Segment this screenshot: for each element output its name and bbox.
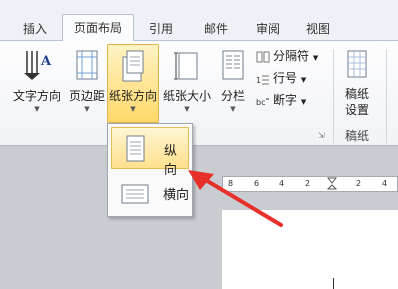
svg-text:A: A <box>40 54 52 69</box>
menu-item-portrait[interactable]: 纵向 <box>111 127 189 178</box>
paper-size-icon <box>174 52 198 80</box>
draft-group-label: 稿纸 <box>345 129 370 143</box>
tab-references[interactable]: 引用 <box>140 18 182 40</box>
svg-text:bc: bc <box>256 98 265 107</box>
indent-marker-icon[interactable] <box>327 177 337 192</box>
margins-icon <box>76 50 98 80</box>
hyphenation-icon: bc <box>256 98 269 107</box>
orientation-label: 纸张方向 <box>108 89 157 103</box>
landscape-page-icon <box>121 184 149 204</box>
svg-text:1: 1 <box>256 76 261 85</box>
ribbon-panel: A 文字方向 ▼ 页边距 ▼ 纸张方向 ▼ 纸张大小 ▼ 分栏 ▼ 分隔符 ▼ … <box>0 40 398 146</box>
text-direction-icon: A <box>24 51 52 80</box>
hyphenation-label: 断字 <box>273 93 298 107</box>
text-direction-button[interactable]: A 文字方向 ▼ <box>8 45 66 125</box>
size-label: 纸张大小 <box>162 89 211 103</box>
hyphenation-button[interactable]: bc 断字 ▼ <box>256 90 306 110</box>
chevron-down-icon: ▼ <box>34 105 40 113</box>
dialog-launcher-icon[interactable]: ⇲ <box>318 131 325 140</box>
draft-settings-label-line2: 设置 <box>344 103 369 117</box>
ruler-tick: 2 <box>305 179 311 188</box>
portrait-page-icon <box>126 135 145 162</box>
chevron-down-icon: ▼ <box>84 105 90 113</box>
columns-button[interactable]: 分栏 ▼ <box>214 45 252 125</box>
breaks-button[interactable]: 分隔符 ▼ <box>256 46 318 66</box>
line-numbers-button[interactable]: 1 行号 ▼ <box>256 68 306 88</box>
breaks-icon <box>256 51 270 62</box>
ruler-tick: 4 <box>382 179 388 188</box>
draft-paper-icon <box>347 50 367 78</box>
tab-review[interactable]: 审阅 <box>247 18 289 40</box>
draft-settings-button[interactable]: 稿纸 设置 <box>337 45 377 125</box>
group-separator <box>386 49 387 143</box>
margins-label: 页边距 <box>68 89 105 103</box>
line-numbers-icon: 1 <box>256 75 269 85</box>
group-separator <box>333 49 334 143</box>
line-numbers-label: 行号 <box>273 71 298 85</box>
tab-insert[interactable]: 插入 <box>14 18 56 40</box>
breaks-label: 分隔符 <box>273 49 310 63</box>
tab-view[interactable]: 视图 <box>297 18 339 40</box>
orientation-icon <box>122 50 144 82</box>
annotation-arrow-icon <box>188 170 283 227</box>
columns-label: 分栏 <box>220 89 245 103</box>
ribbon-tab-bar: 插入 页面布局 引用 邮件 审阅 视图 <box>0 0 398 41</box>
chevron-down-icon: ▼ <box>312 54 319 62</box>
orientation-menu: 纵向 横向 <box>107 123 193 217</box>
size-button[interactable]: 纸张大小 ▼ <box>161 45 213 125</box>
draft-settings-label-line1: 稿纸 <box>344 87 369 101</box>
chevron-down-icon: ▼ <box>230 105 236 113</box>
chevron-down-icon: ▼ <box>130 105 136 113</box>
orientation-button[interactable]: 纸张方向 ▼ <box>107 44 159 123</box>
ruler-tick: 2 <box>356 179 362 188</box>
menu-item-landscape[interactable]: 横向 <box>111 172 189 214</box>
text-direction-label: 文字方向 <box>12 89 61 103</box>
chevron-down-icon: ▼ <box>184 105 190 113</box>
tab-page-layout[interactable]: 页面布局 <box>62 14 134 41</box>
columns-icon <box>222 50 244 80</box>
margins-button[interactable]: 页边距 ▼ <box>66 45 108 125</box>
text-cursor <box>333 278 334 289</box>
chevron-down-icon: ▼ <box>300 98 307 106</box>
tab-mailings[interactable]: 邮件 <box>195 18 237 40</box>
chevron-down-icon: ▼ <box>300 76 307 84</box>
